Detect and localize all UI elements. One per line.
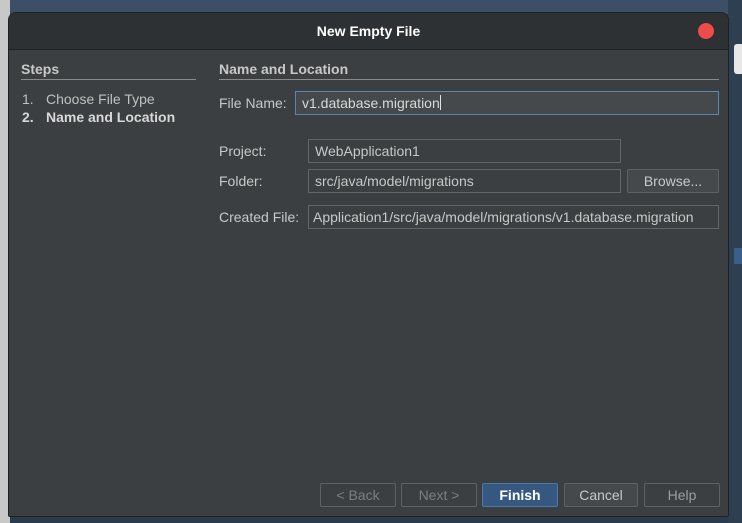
browse-button[interactable]: Browse... [627, 169, 719, 193]
text-caret [439, 95, 441, 110]
step-label: Name and Location [46, 109, 176, 125]
close-icon[interactable] [698, 23, 714, 39]
finish-button[interactable]: Finish [482, 483, 558, 507]
file-name-input[interactable]: v1.database.migration [295, 91, 719, 115]
step-label: Choose File Type [46, 91, 155, 107]
folder-input[interactable]: src/java/model/migrations [308, 169, 621, 193]
step-choose-file-type: 1. Choose File Type [22, 91, 155, 107]
next-button[interactable]: Next > [401, 483, 477, 507]
cancel-button[interactable]: Cancel [564, 483, 638, 507]
folder-label: Folder: [219, 173, 263, 189]
dialog-titlebar: New Empty File [9, 13, 728, 50]
step-number: 1. [22, 91, 34, 107]
project-field[interactable]: WebApplication1 [308, 139, 621, 163]
section-heading: Name and Location [219, 61, 719, 80]
dialog-title: New Empty File [316, 23, 421, 39]
background-tab [734, 44, 742, 74]
back-button[interactable]: < Back [320, 483, 396, 507]
project-label: Project: [219, 143, 267, 159]
steps-heading: Steps [21, 61, 196, 80]
file-name-value: v1.database.migration [302, 95, 440, 111]
help-button[interactable]: Help [644, 483, 720, 507]
step-name-and-location: 2. Name and Location [22, 109, 175, 125]
background-tab-selected [734, 248, 742, 264]
created-file-field[interactable]: Application1/src/java/model/migrations/v… [308, 205, 719, 229]
created-file-label: Created File: [219, 209, 300, 225]
step-number: 2. [22, 109, 34, 125]
file-name-label: File Name: [219, 95, 287, 111]
new-empty-file-dialog: New Empty File Steps 1. Choose File Type … [8, 12, 729, 517]
